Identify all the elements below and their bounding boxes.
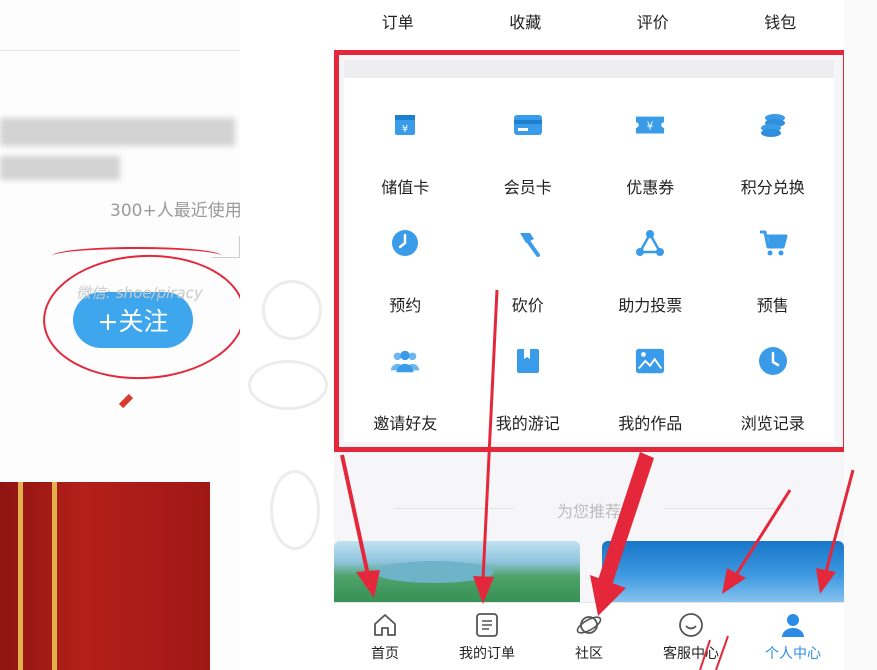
right-margin: [844, 0, 877, 670]
red-door-photo: [0, 482, 210, 670]
ornament: [248, 360, 328, 410]
ornament: [270, 470, 320, 550]
tab-wallet[interactable]: 钱包: [717, 0, 845, 50]
smile-chat-icon: [677, 611, 705, 639]
tab-orders[interactable]: 订单: [334, 0, 462, 50]
tab-favorites[interactable]: 收藏: [462, 0, 590, 50]
nav-home[interactable]: 首页: [334, 603, 436, 670]
recommend-title: 为您推荐: [556, 502, 621, 521]
nav-label: 社区: [575, 646, 603, 662]
nav-my-orders[interactable]: 我的订单: [436, 603, 538, 670]
nav-customer-service[interactable]: 客服中心: [640, 603, 742, 670]
left-pane: 300+人最近使用 +关注 微信: shoe/piracy: [0, 0, 280, 670]
home-icon: [371, 611, 399, 639]
recommend-card-golf[interactable]: [334, 541, 580, 611]
photo-stripe: [18, 482, 23, 670]
top-tab-bar: 订单 收藏 评价 钱包: [334, 0, 844, 50]
bottom-nav: 首页 我的订单 社区 客服中心 个人中心: [334, 602, 844, 670]
nav-community[interactable]: 社区: [538, 603, 640, 670]
annotation-highlight-box: [334, 50, 844, 452]
divider: [0, 50, 280, 51]
user-icon: [779, 611, 807, 639]
nav-label: 客服中心: [663, 646, 719, 662]
nav-label: 个人中心: [765, 646, 821, 662]
usage-count-text: 300+人最近使用: [110, 201, 242, 221]
pen-cursor-icon: [118, 393, 134, 409]
lake-shape: [374, 561, 494, 583]
blurred-text: [0, 156, 120, 180]
order-list-icon: [473, 611, 501, 639]
recommend-card-sky[interactable]: [602, 541, 844, 611]
nav-label: 我的订单: [459, 646, 515, 662]
photo-stripe: [52, 482, 57, 670]
annotation-circle: [39, 249, 249, 385]
planet-icon: [575, 611, 603, 639]
nav-label: 首页: [371, 646, 399, 662]
recommend-header: 为您推荐: [334, 490, 844, 530]
ornament: [262, 280, 322, 340]
tab-reviews[interactable]: 评价: [589, 0, 717, 50]
ornament-gap: [240, 0, 334, 670]
phone-screen: 订单 收藏 评价 钱包 ¥ 储值卡 会员卡 ¥ 优惠券 积分兑换 预约 砍价 助…: [334, 0, 844, 670]
blurred-text: [0, 118, 235, 146]
nav-personal-center[interactable]: 个人中心: [742, 603, 844, 670]
